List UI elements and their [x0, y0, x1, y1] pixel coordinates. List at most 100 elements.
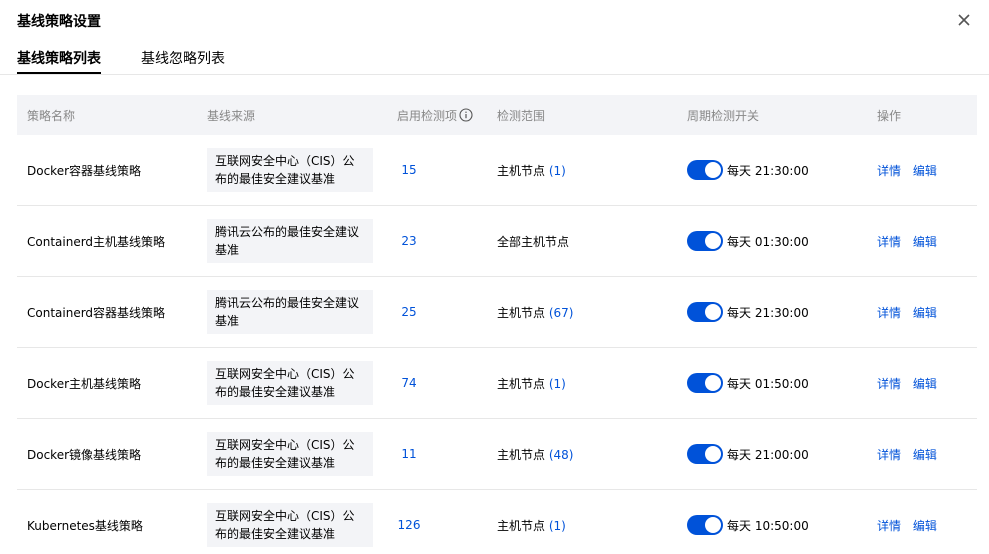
actions-cell: 详情 编辑 — [877, 446, 977, 463]
enabled-items-count-link[interactable]: 15 — [397, 163, 421, 177]
detail-link[interactable]: 详情 — [877, 448, 901, 462]
enabled-items-count-link[interactable]: 74 — [397, 376, 421, 390]
toggle-knob — [705, 162, 721, 178]
cycle-cell: 每天 21:30:00 — [687, 160, 877, 180]
actions-cell: 详情 编辑 — [877, 375, 977, 392]
enabled-items-cell: 25 — [397, 305, 497, 319]
cycle-cell: 每天 21:00:00 — [687, 444, 877, 464]
actions-cell: 详情 编辑 — [877, 517, 977, 534]
cycle-schedule: 每天 21:30:00 — [727, 163, 809, 178]
cycle-schedule: 每天 01:50:00 — [727, 376, 809, 391]
enabled-items-cell: 15 — [397, 163, 497, 177]
header-cycle: 周期检测开关 — [687, 108, 760, 123]
table-header: 策略名称 基线来源 启用检测项 检测范围 周期检测开关 操作 — [17, 95, 977, 135]
header-scope: 检测范围 — [497, 108, 546, 123]
source-cell: 腾讯云公布的最佳安全建议基准 — [207, 290, 397, 334]
cycle-toggle-switch[interactable] — [687, 444, 723, 464]
scope-label: 主机节点 — [497, 163, 546, 178]
table-row: Docker容器基线策略 互联网安全中心（CIS）公布的最佳安全建议基准 15 … — [17, 135, 977, 206]
policy-source: 腾讯云公布的最佳安全建议基准 — [207, 290, 373, 334]
cycle-cell: 每天 01:30:00 — [687, 231, 877, 251]
detail-link[interactable]: 详情 — [877, 306, 901, 320]
policy-source: 互联网安全中心（CIS）公布的最佳安全建议基准 — [207, 148, 373, 192]
enabled-items-cell: 11 — [397, 447, 497, 461]
close-icon[interactable] — [955, 11, 973, 29]
enabled-items-count-link[interactable]: 23 — [397, 234, 421, 248]
policy-table: 策略名称 基线来源 启用检测项 检测范围 周期检测开关 操作 Docker容器基… — [17, 95, 977, 554]
scope-count-link[interactable]: (1) — [549, 519, 566, 533]
cycle-cell: 每天 10:50:00 — [687, 515, 877, 535]
actions-cell: 详情 编辑 — [877, 304, 977, 321]
enabled-items-count-link[interactable]: 11 — [397, 447, 421, 461]
policy-source: 互联网安全中心（CIS）公布的最佳安全建议基准 — [207, 361, 373, 405]
enabled-items-count-link[interactable]: 126 — [397, 518, 421, 532]
table-row: Kubernetes基线策略 互联网安全中心（CIS）公布的最佳安全建议基准 1… — [17, 490, 977, 554]
cycle-schedule: 每天 21:00:00 — [727, 447, 809, 462]
source-cell: 腾讯云公布的最佳安全建议基准 — [207, 219, 397, 263]
scope-count-link[interactable]: (67) — [549, 306, 574, 320]
toggle-knob — [705, 233, 721, 249]
policy-source: 互联网安全中心（CIS）公布的最佳安全建议基准 — [207, 503, 373, 547]
scope-label: 主机节点 — [497, 305, 546, 320]
detail-link[interactable]: 详情 — [877, 377, 901, 391]
header-actions: 操作 — [877, 108, 902, 123]
cycle-toggle-switch[interactable] — [687, 160, 723, 180]
edit-link[interactable]: 编辑 — [913, 164, 937, 178]
scope-label: 主机节点 — [497, 518, 546, 533]
header-name: 策略名称 — [27, 108, 76, 123]
toggle-knob — [705, 375, 721, 391]
cycle-toggle-switch[interactable] — [687, 302, 723, 322]
edit-link[interactable]: 编辑 — [913, 235, 937, 249]
cycle-toggle-switch[interactable] — [687, 515, 723, 535]
cycle-cell: 每天 01:50:00 — [687, 373, 877, 393]
edit-link[interactable]: 编辑 — [913, 448, 937, 462]
cycle-schedule: 每天 10:50:00 — [727, 518, 809, 533]
cycle-toggle-switch[interactable] — [687, 231, 723, 251]
scope-cell: 主机节点 (1) — [497, 375, 687, 392]
scope-count-link[interactable]: (1) — [549, 377, 566, 391]
dialog-title: 基线策略设置 — [17, 14, 101, 30]
source-cell: 互联网安全中心（CIS）公布的最佳安全建议基准 — [207, 148, 397, 192]
enabled-items-cell: 126 — [397, 518, 497, 532]
scope-cell: 主机节点 (67) — [497, 304, 687, 321]
scope-count-link[interactable]: (1) — [549, 164, 566, 178]
policy-name: Kubernetes基线策略 — [27, 518, 143, 533]
edit-link[interactable]: 编辑 — [913, 377, 937, 391]
cycle-toggle-switch[interactable] — [687, 373, 723, 393]
scope-count-link[interactable]: (48) — [549, 448, 574, 462]
actions-cell: 详情 编辑 — [877, 162, 977, 179]
header-source: 基线来源 — [207, 108, 256, 123]
scope-cell: 主机节点 (1) — [497, 162, 687, 179]
tab-bar: 基线策略列表 基线忽略列表 — [17, 44, 265, 74]
cycle-schedule: 每天 01:30:00 — [727, 234, 809, 249]
cycle-schedule: 每天 21:30:00 — [727, 305, 809, 320]
scope-cell: 主机节点 (48) — [497, 446, 687, 463]
scope-cell: 全部主机节点 — [497, 233, 687, 250]
table-row: Containerd主机基线策略 腾讯云公布的最佳安全建议基准 23 全部主机节… — [17, 206, 977, 277]
scope-label: 全部主机节点 — [497, 234, 570, 249]
enabled-items-cell: 23 — [397, 234, 497, 248]
detail-link[interactable]: 详情 — [877, 519, 901, 533]
tab-divider — [0, 74, 989, 75]
toggle-knob — [705, 517, 721, 533]
table-row: Docker镜像基线策略 互联网安全中心（CIS）公布的最佳安全建议基准 11 … — [17, 419, 977, 490]
header-enabled-items-label: 启用检测项 — [397, 108, 458, 123]
edit-link[interactable]: 编辑 — [913, 519, 937, 533]
table-row: Docker主机基线策略 互联网安全中心（CIS）公布的最佳安全建议基准 74 … — [17, 348, 977, 419]
source-cell: 互联网安全中心（CIS）公布的最佳安全建议基准 — [207, 503, 397, 547]
toggle-knob — [705, 304, 721, 320]
source-cell: 互联网安全中心（CIS）公布的最佳安全建议基准 — [207, 361, 397, 405]
enabled-items-count-link[interactable]: 25 — [397, 305, 421, 319]
source-cell: 互联网安全中心（CIS）公布的最佳安全建议基准 — [207, 432, 397, 476]
tab-baseline-ignore-list[interactable]: 基线忽略列表 — [141, 44, 225, 74]
scope-label: 主机节点 — [497, 376, 546, 391]
policy-name: Docker主机基线策略 — [27, 376, 142, 391]
scope-label: 主机节点 — [497, 447, 546, 462]
policy-source: 腾讯云公布的最佳安全建议基准 — [207, 219, 373, 263]
detail-link[interactable]: 详情 — [877, 235, 901, 249]
actions-cell: 详情 编辑 — [877, 233, 977, 250]
detail-link[interactable]: 详情 — [877, 164, 901, 178]
tab-baseline-policy-list[interactable]: 基线策略列表 — [17, 44, 101, 74]
edit-link[interactable]: 编辑 — [913, 306, 937, 320]
info-circle-icon[interactable] — [459, 108, 473, 122]
